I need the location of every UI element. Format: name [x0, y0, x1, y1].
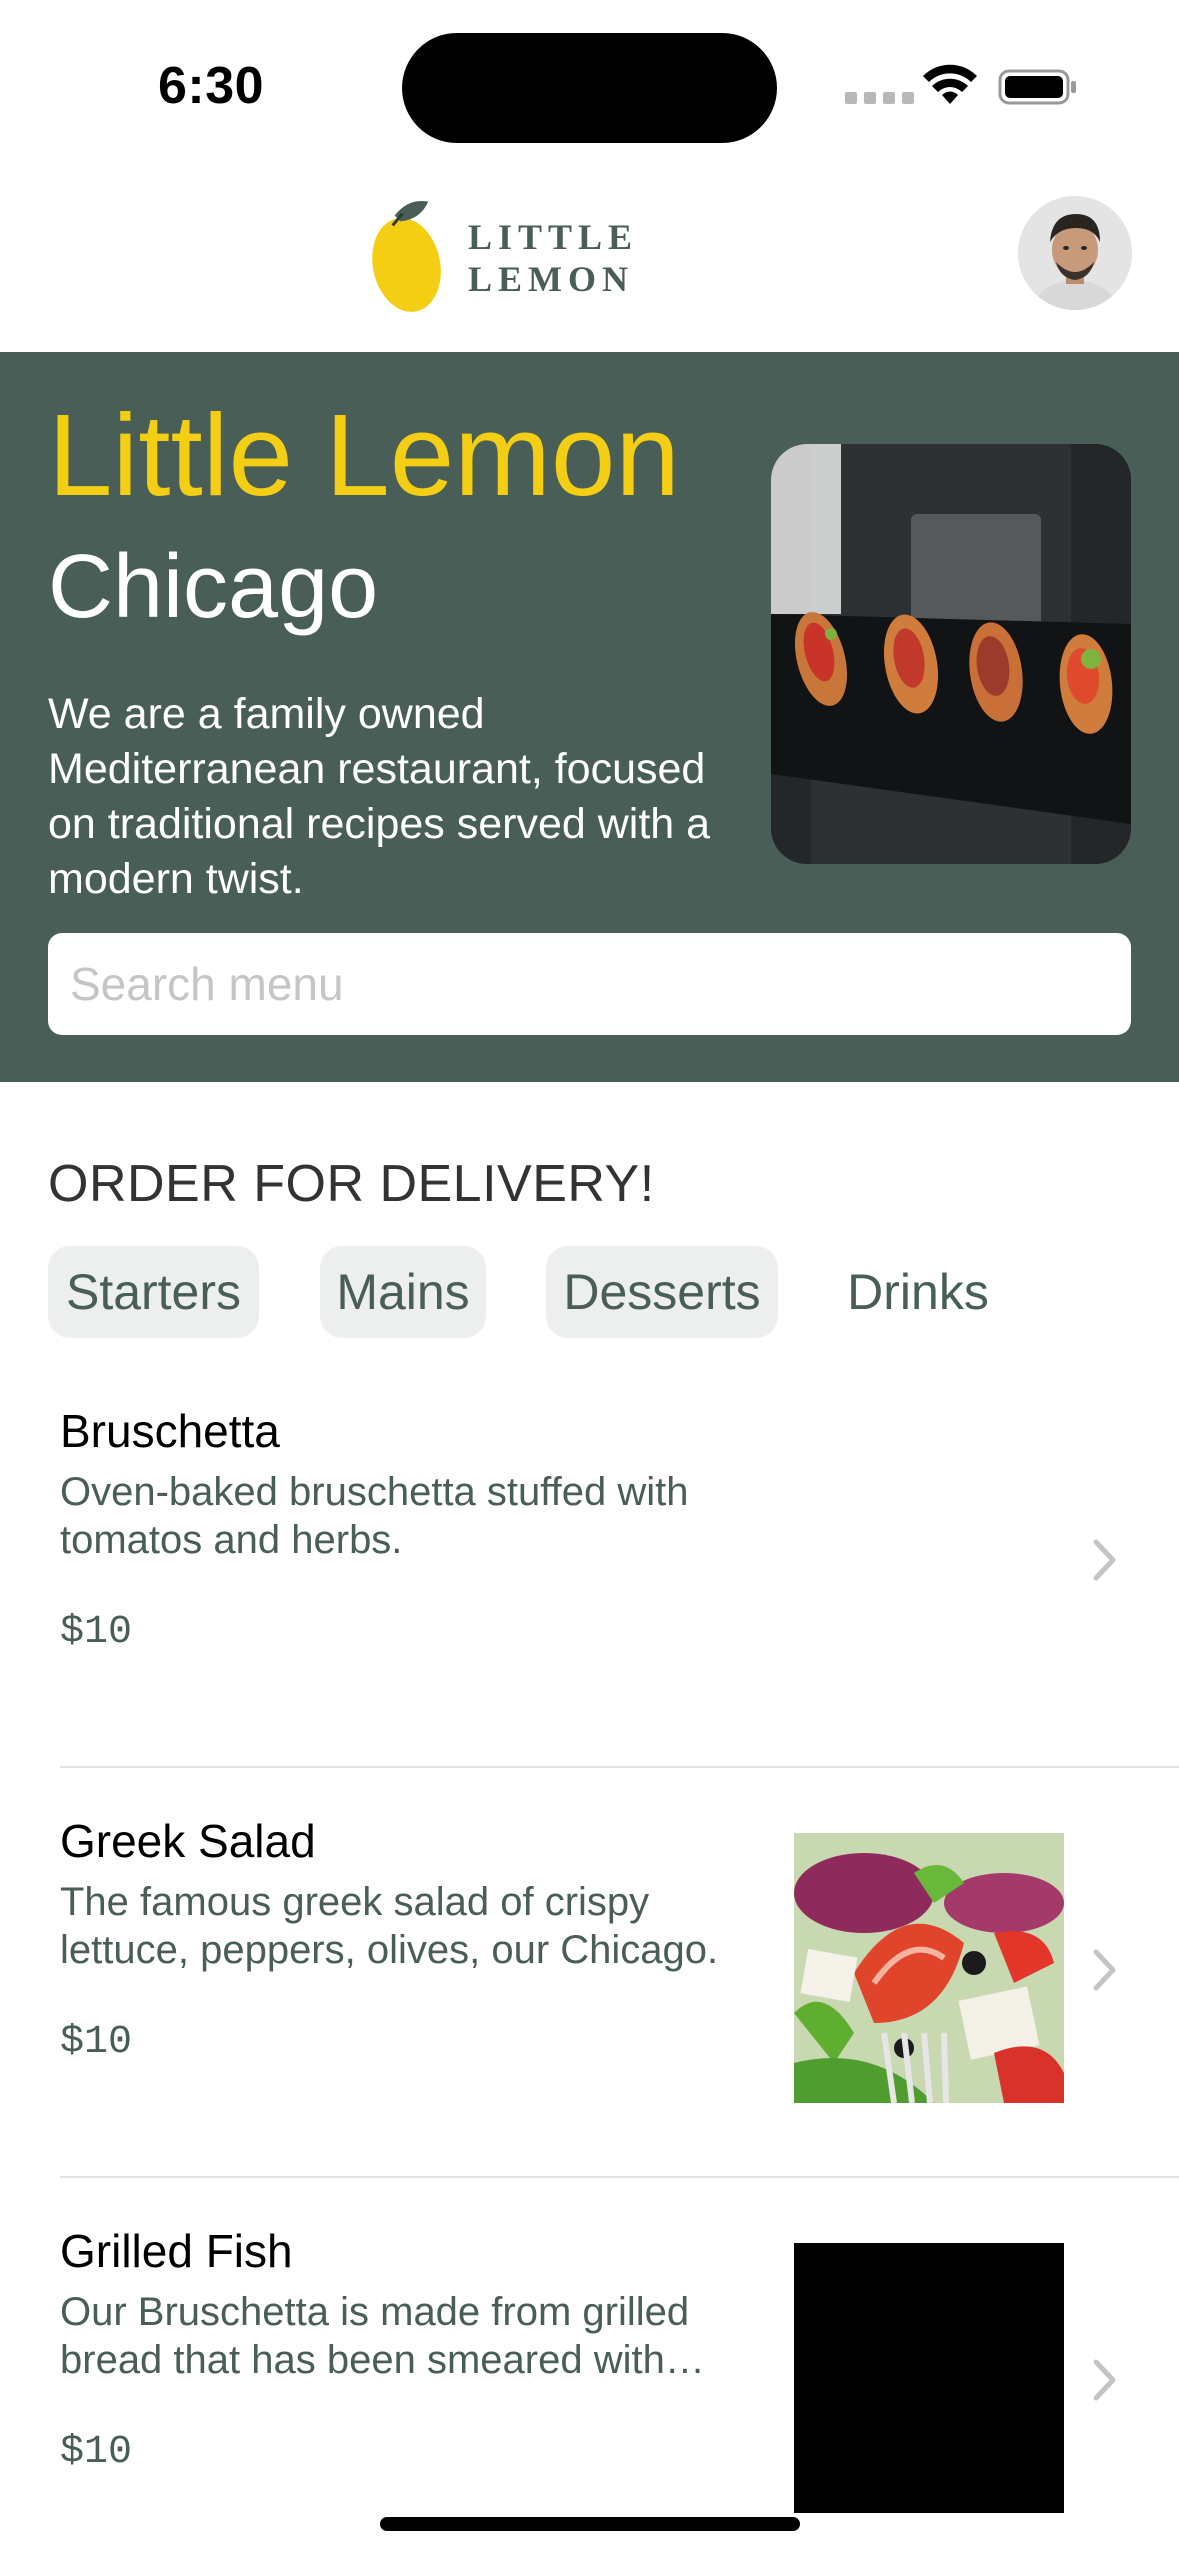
avatar-image [1018, 196, 1132, 310]
wifi-icon [923, 64, 977, 104]
category-drinks[interactable]: Drinks [838, 1246, 998, 1338]
cellular-signal-icon [845, 92, 914, 104]
little-lemon-logo: LITTLE LEMON [365, 188, 815, 328]
category-starters[interactable]: Starters [48, 1246, 259, 1338]
menu-item-description: Oven-baked bruschetta stuffed with tomat… [60, 1470, 689, 1562]
chevron-right-icon [1093, 1949, 1116, 1991]
hero-title: Little Lemon [48, 390, 680, 520]
order-for-delivery-heading: ORDER FOR DELIVERY! [48, 1155, 655, 1213]
hero-city: Chicago [48, 537, 379, 637]
menu-item-grilled-fish[interactable]: Grilled Fish Our Bruschetta is made from… [0, 2178, 1179, 2556]
hero-food-image [771, 444, 1131, 864]
hero-description: We are a family owned Mediterranean rest… [48, 690, 711, 903]
menu-item-price: $10 [60, 1610, 133, 1655]
menu-item-description: Our Bruschetta is made from grilled brea… [60, 2290, 705, 2382]
status-bar: 6:30 [0, 0, 1179, 170]
menu-item-greek-salad[interactable]: Greek Salad The famous greek salad of cr… [0, 1768, 1179, 2178]
menu-item-price: $10 [60, 2430, 133, 2475]
menu-item-bruschetta[interactable]: Bruschetta Oven-baked bruschetta stuffed… [0, 1358, 1179, 1768]
grilled-fish-image [794, 2243, 1064, 2513]
chevron-right-icon [1093, 1539, 1116, 1581]
profile-avatar[interactable] [1018, 196, 1132, 310]
greek-salad-image [794, 1833, 1064, 2103]
menu-item-price: $10 [60, 2020, 133, 2065]
battery-icon [998, 69, 1076, 105]
menu-item-description: The famous greek salad of crispy lettuce… [60, 1880, 719, 1972]
hero-banner: Little Lemon Chicago We are a family own… [0, 352, 1179, 1082]
chevron-right-icon [1093, 2359, 1116, 2401]
menu-item-name: Bruschetta [60, 1405, 280, 1457]
dynamic-island [402, 33, 777, 143]
menu-item-name: Greek Salad [60, 1815, 316, 1867]
menu-item-name: Grilled Fish [60, 2225, 293, 2277]
logo-text: LITTLE LEMON [467, 217, 639, 299]
status-time: 6:30 [158, 57, 265, 115]
lemon-logo-icon [372, 200, 441, 312]
search-menu-input[interactable] [48, 933, 1131, 1035]
category-mains[interactable]: Mains [320, 1246, 486, 1338]
app-header: LITTLE LEMON [0, 170, 1179, 352]
home-indicator[interactable] [380, 2517, 800, 2531]
category-desserts[interactable]: Desserts [546, 1246, 778, 1338]
